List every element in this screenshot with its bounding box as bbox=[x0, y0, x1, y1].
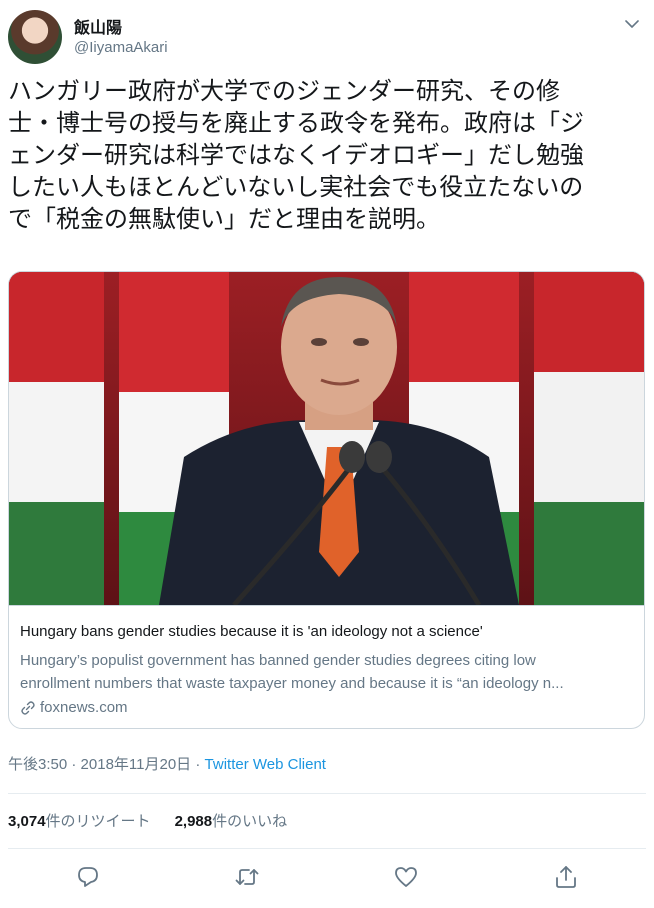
card-description: Hungary’s populist government has banned… bbox=[20, 649, 632, 695]
chevron-down-icon[interactable] bbox=[622, 14, 642, 34]
like-label: 件のいいね bbox=[212, 812, 288, 830]
retweet-count: 3,074 bbox=[8, 813, 46, 830]
link-icon bbox=[21, 700, 35, 715]
tweet-date[interactable]: 2018年11月20日 bbox=[81, 756, 192, 773]
tweet-header: 飯山陽 @IiyamaAkari bbox=[8, 10, 648, 66]
tweet-time[interactable]: 午後3:50 bbox=[8, 756, 67, 773]
tweet-text: ハンガリー政府が大学でのジェンダー研究、その修 士・博士号の授与を廃止する政令を… bbox=[8, 75, 646, 235]
card-description-line: Hungary’s populist government has banned… bbox=[20, 652, 536, 669]
user-handle[interactable]: @IiyamaAkari bbox=[74, 39, 168, 56]
action-bar bbox=[0, 860, 654, 894]
tweet-client[interactable]: Twitter Web Client bbox=[205, 756, 326, 773]
divider bbox=[8, 793, 646, 794]
like-count: 2,988 bbox=[174, 813, 213, 830]
card-image[interactable] bbox=[9, 272, 644, 605]
retweet-icon[interactable] bbox=[234, 864, 260, 890]
share-icon[interactable] bbox=[553, 864, 579, 890]
retweet-stat[interactable]: 3,074件のリツイート bbox=[8, 810, 151, 831]
reply-icon[interactable] bbox=[75, 864, 101, 890]
tweet-stats: 3,074件のリツイート 2,988件のいいね bbox=[8, 810, 287, 831]
like-icon[interactable] bbox=[393, 864, 419, 890]
tweet-text-line: ハンガリー政府が大学でのジェンダー研究、その修 bbox=[8, 77, 560, 105]
card-body[interactable]: Hungary bans gender studies because it i… bbox=[9, 605, 644, 728]
link-card[interactable]: Hungary bans gender studies because it i… bbox=[8, 271, 645, 729]
meta-separator: · bbox=[195, 756, 201, 773]
divider bbox=[8, 848, 646, 849]
meta-separator: · bbox=[71, 756, 77, 773]
tweet-text-line: ェンダー研究は科学ではなくイデオロギー」だし勉強 bbox=[8, 141, 584, 169]
user-name[interactable]: 飯山陽 bbox=[74, 14, 122, 38]
card-domain[interactable]: foxnews.com bbox=[20, 699, 128, 716]
tweet-meta: 午後3:50 · 2018年11月20日 · Twitter Web Clien… bbox=[8, 753, 326, 774]
like-stat[interactable]: 2,988件のいいね bbox=[175, 810, 288, 831]
tweet-text-line: で「税金の無駄使い」だと理由を説明。 bbox=[8, 205, 440, 233]
card-domain-text: foxnews.com bbox=[40, 699, 128, 716]
tweet-text-line: したい人もほとんどいないし実社会でも役立たないの bbox=[8, 173, 584, 201]
avatar[interactable] bbox=[8, 10, 62, 64]
card-photo bbox=[9, 272, 644, 605]
card-title[interactable]: Hungary bans gender studies because it i… bbox=[20, 623, 483, 640]
retweet-label: 件のリツイート bbox=[45, 812, 151, 830]
card-description-line: enrollment numbers that waste taxpayer m… bbox=[20, 675, 564, 692]
tweet-text-line: 士・博士号の授与を廃止する政令を発布。政府は「ジ bbox=[8, 109, 584, 137]
